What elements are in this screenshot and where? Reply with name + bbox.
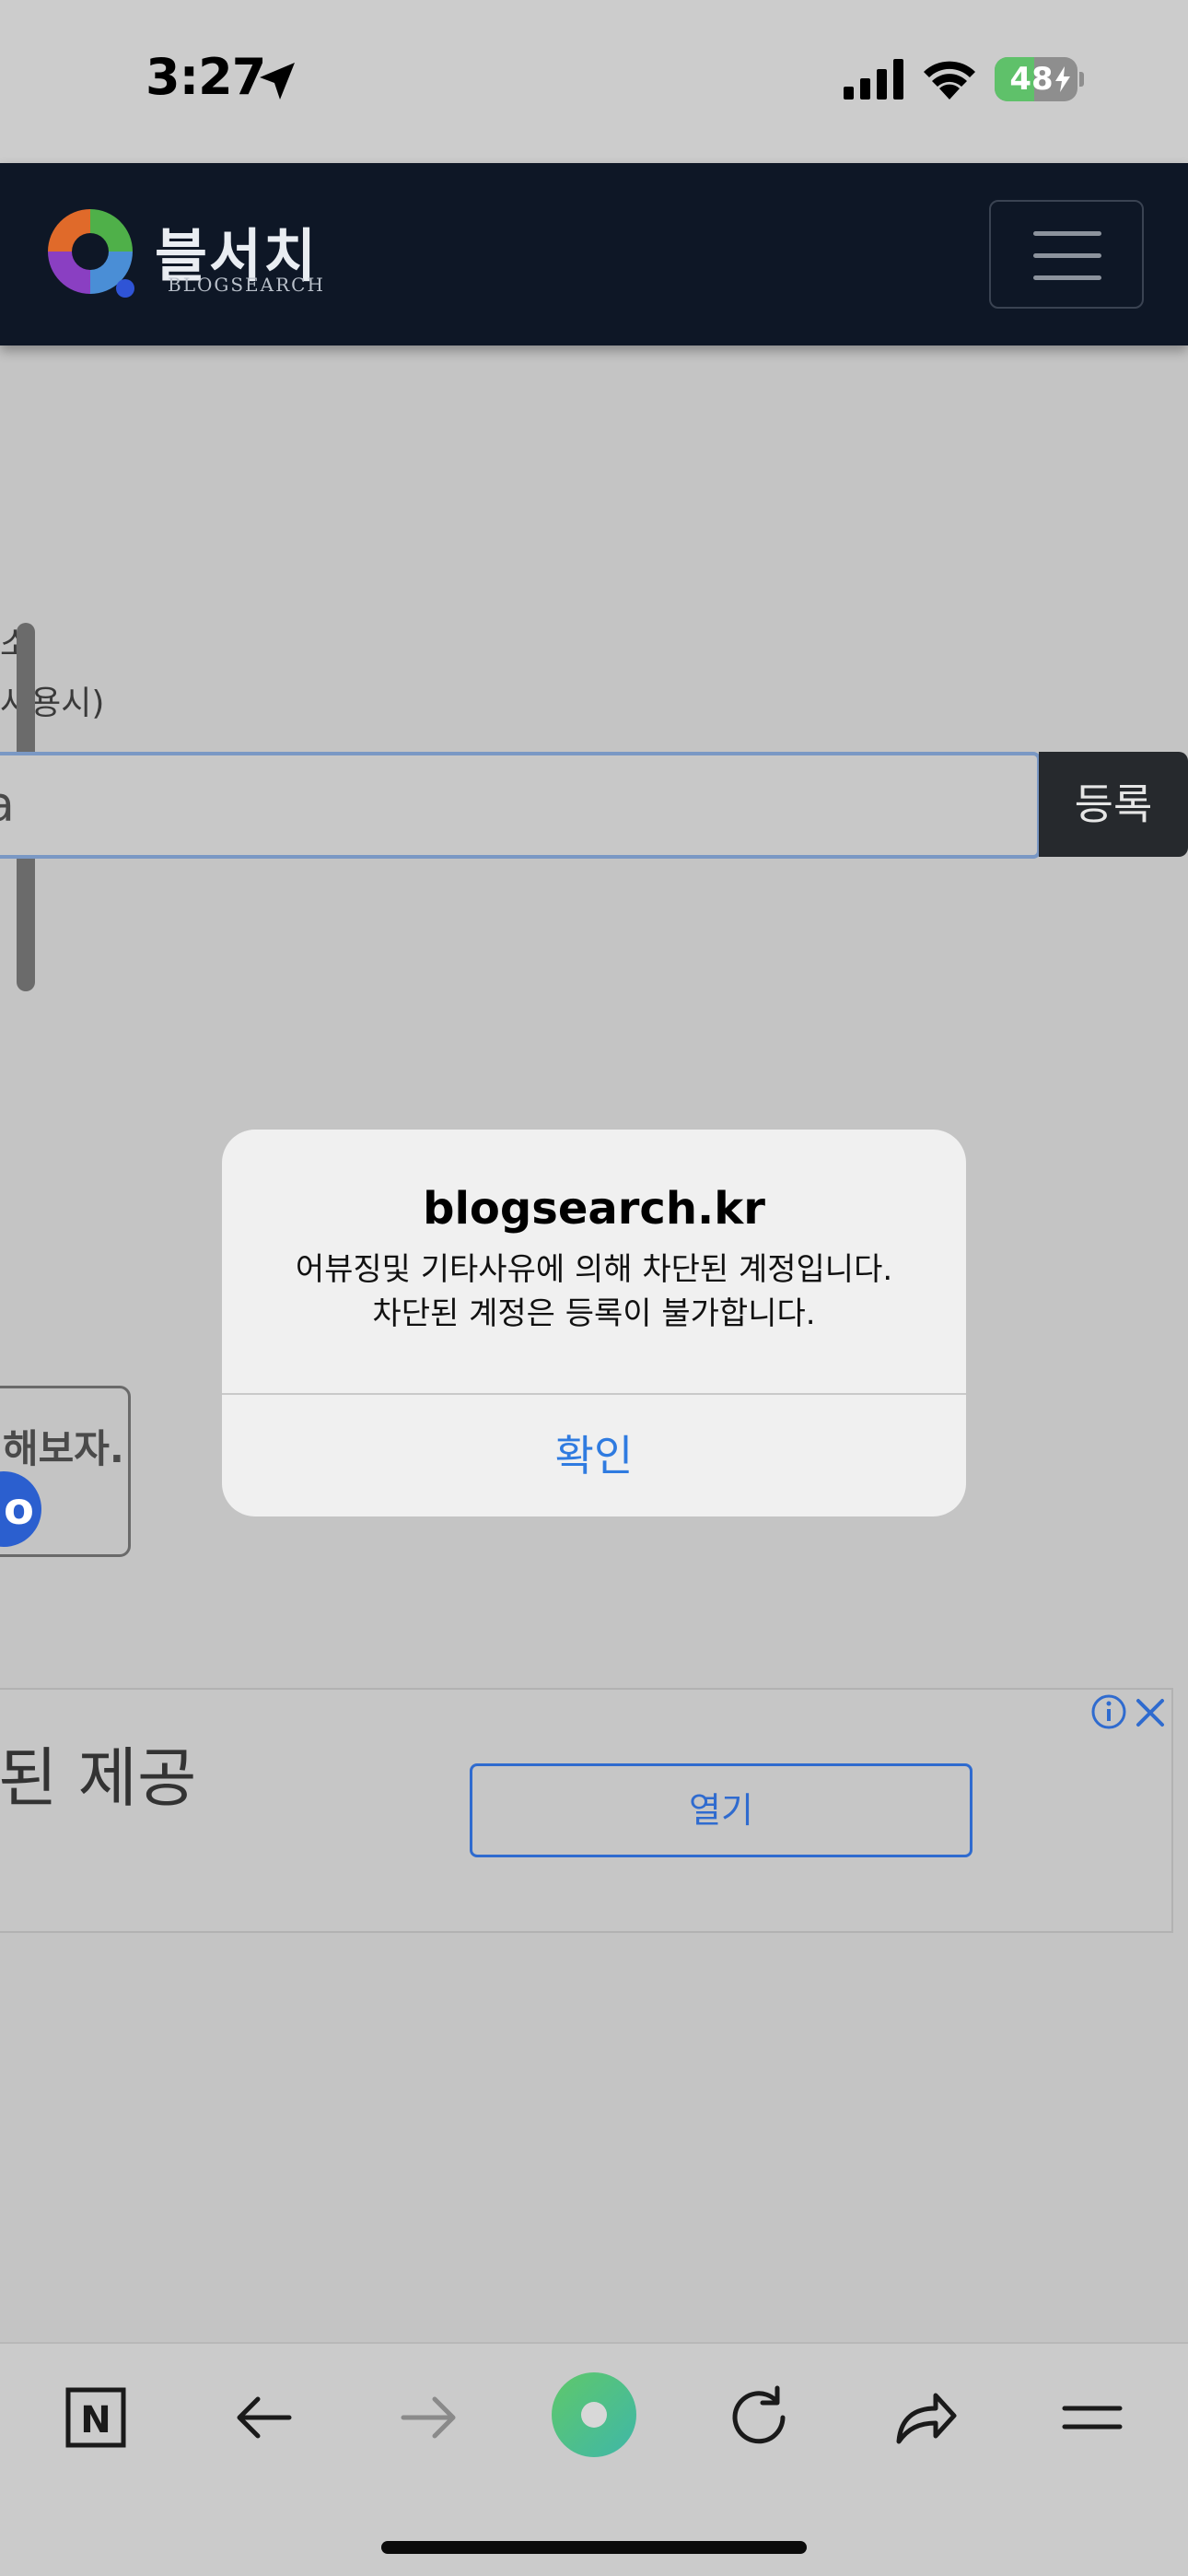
naver-home-icon[interactable]: N [59, 2381, 133, 2454]
promo-box[interactable]: 해보자. o [0, 1386, 131, 1557]
battery-body: 48 [995, 57, 1077, 101]
ad-close-icon[interactable] [1133, 1695, 1168, 1730]
screen: 3:27 48 블서치 BLOGSEARCH 소 사용시) 등록 해보자. o … [0, 0, 1188, 2576]
field-hint-partial: 사용시) [0, 685, 105, 722]
hamburger-menu-button[interactable] [989, 200, 1144, 309]
charging-bolt-icon [1055, 66, 1070, 92]
ad-open-button[interactable]: 열기 [470, 1763, 973, 1857]
alert-dialog: blogsearch.kr 어뷰징및 기타사유에 의해 차단된 계정입니다. 차… [222, 1130, 966, 1516]
location-arrow-icon [260, 63, 295, 100]
cellular-signal-icon [844, 59, 903, 100]
back-arrow-icon[interactable] [227, 2381, 300, 2454]
alert-message: 어뷰징및 기타사유에 의해 차단된 계정입니다. 차단된 계정은 등록이 불가합… [250, 1247, 938, 1336]
blog-url-input[interactable]: a [0, 752, 1041, 859]
forward-arrow-icon[interactable] [392, 2381, 466, 2454]
menu-line-icon [1033, 275, 1101, 280]
ad-info-icon[interactable] [1090, 1693, 1127, 1730]
register-button[interactable]: 등록 [1039, 752, 1188, 857]
battery-cap [1079, 72, 1084, 87]
menu-line-icon [1033, 253, 1101, 258]
alert-ok-button[interactable]: 확인 [222, 1395, 966, 1516]
promo-text: 해보자. [3, 1426, 124, 1471]
promo-circle: o [0, 1471, 41, 1547]
battery-indicator: 48 [995, 57, 1084, 101]
promo-circle-text: o [4, 1483, 34, 1535]
site-header: 블서치 BLOGSEARCH [0, 163, 1188, 345]
menu-icon[interactable] [1055, 2381, 1129, 2454]
status-time: 3:27 [146, 48, 266, 106]
ad-banner[interactable]: 된 제공 열기 [0, 1688, 1173, 1933]
alert-message-line-2: 차단된 계정은 등록이 불가합니다. [372, 1295, 816, 1332]
green-dot-home-icon[interactable] [551, 2371, 637, 2458]
wifi-icon [924, 61, 975, 100]
share-icon[interactable] [888, 2381, 961, 2454]
blogsearch-logo-icon[interactable] [44, 205, 140, 301]
alert-title: blogsearch.kr [423, 1183, 765, 1235]
reload-icon[interactable] [722, 2381, 796, 2454]
alert-message-line-1: 어뷰징및 기타사유에 의해 차단된 계정입니다. [295, 1251, 893, 1288]
logo-subtitle: BLOGSEARCH [168, 274, 325, 296]
status-bar: 3:27 48 [0, 0, 1188, 163]
menu-line-icon [1033, 231, 1101, 236]
blog-url-input-value: a [0, 778, 15, 833]
ad-headline: 된 제공 [0, 1740, 197, 1816]
home-indicator[interactable] [381, 2541, 807, 2554]
naver-home-label: N [80, 2399, 111, 2441]
